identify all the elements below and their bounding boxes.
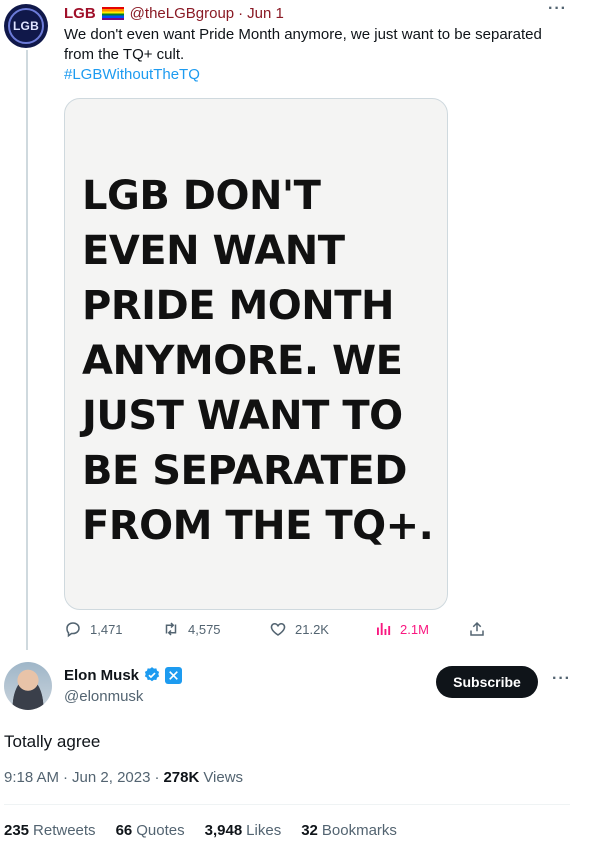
like-count: 21.2K [295, 621, 329, 637]
engagement-stats-row: 235 Retweets 66 Quotes 3,948 Likes 32 Bookma… [4, 822, 397, 839]
lgb-avatar[interactable]: LGB [4, 4, 48, 48]
views-count: 2.1M [400, 621, 429, 637]
thread-connector-line [26, 50, 28, 650]
reply-count: 1,471 [90, 621, 123, 637]
share-icon [470, 621, 484, 636]
likes-stat[interactable]: 3,948 Likes [205, 822, 282, 839]
rainbow-flag-icon [101, 6, 124, 20]
quotes-stat[interactable]: 66 Quotes [116, 822, 185, 839]
main-display-name[interactable]: Elon Musk [64, 667, 139, 684]
retweets-stat[interactable]: 235 Retweets [4, 822, 96, 839]
parent-hashtag-link[interactable]: #LGBWithoutTheTQ [64, 65, 200, 85]
main-tweet-text: Totally agree [4, 732, 101, 751]
main-handle[interactable]: @elonmusk [64, 688, 143, 705]
image-text-line: JUST WANT TO [82, 393, 403, 439]
main-author-name-row: Elon Musk [64, 666, 183, 684]
image-text-line: FROM THE TQ+. [82, 503, 434, 549]
views-count-main: 278K [163, 769, 200, 786]
subscribe-button[interactable]: Subscribe [436, 666, 538, 698]
header-separator: · [238, 4, 244, 22]
likes-stat-label: Likes [246, 822, 282, 839]
reply-button[interactable]: 1,471 [64, 620, 123, 638]
bar-chart-icon [377, 623, 391, 635]
image-text-line: EVEN WANT [82, 228, 345, 274]
affiliate-badge-icon [165, 666, 183, 684]
verified-badge-icon [144, 667, 160, 682]
image-text-line: ANYMORE. WE [82, 338, 403, 384]
reply-icon [66, 622, 80, 638]
meta-separator: · [63, 769, 69, 786]
retweets-stat-label: Retweets [33, 822, 96, 839]
quotes-stat-count: 66 [115, 822, 133, 839]
share-button[interactable] [468, 620, 486, 638]
main-more-button[interactable]: ··· [552, 670, 571, 688]
likes-stat-count: 3,948 [204, 822, 243, 839]
bookmarks-stat-count: 32 [301, 822, 318, 839]
divider [4, 804, 570, 805]
parent-handle[interactable]: @theLGBgroup [130, 5, 234, 22]
parent-more-button[interactable]: ··· [548, 0, 567, 18]
views-label: Views [203, 769, 244, 786]
image-text-line: LGB DON'T [82, 173, 321, 219]
tweet-meta-row: 9:18 AM · Jun 2, 2023 · 278K Views [4, 769, 243, 786]
image-text-block: LGB DON'T EVEN WANT PRIDE MONTH ANYMORE.… [82, 169, 442, 554]
image-text-line: PRIDE MONTH [82, 283, 395, 329]
image-text-line: BE SEPARATED [82, 448, 407, 494]
elon-musk-avatar[interactable] [4, 662, 52, 710]
tweet-time[interactable]: 9:18 AM [4, 769, 59, 786]
parent-tweet-text: We don't even want Pride Month anymore, … [64, 26, 542, 63]
retweets-stat-count: 235 [4, 822, 30, 839]
retweet-icon [165, 622, 177, 636]
bookmarks-stat[interactable]: 32 Bookmarks [301, 822, 397, 839]
parent-date[interactable]: Jun 1 [247, 5, 284, 22]
heart-icon [270, 622, 286, 636]
views-button[interactable]: 2.1M [374, 620, 429, 638]
retweet-count: 4,575 [188, 621, 221, 637]
parent-tweet-image[interactable]: LGB DON'T EVEN WANT PRIDE MONTH ANYMORE.… [64, 98, 448, 610]
tweet-date[interactable]: Jun 2, 2023 [72, 769, 150, 786]
retweet-button[interactable]: 4,575 [162, 620, 221, 638]
parent-tweet-header: LGB @theLGBgroup · Jun 1 [64, 3, 284, 23]
parent-display-name[interactable]: LGB [64, 5, 96, 22]
like-button[interactable]: 21.2K [269, 620, 329, 638]
lgb-avatar-logo: LGB [8, 8, 44, 44]
parent-action-bar: 1,471 4,575 21.2K 2.1M [64, 620, 504, 642]
bookmarks-stat-label: Bookmarks [321, 822, 397, 839]
quotes-stat-label: Quotes [136, 822, 185, 839]
meta-separator: · [154, 769, 160, 786]
